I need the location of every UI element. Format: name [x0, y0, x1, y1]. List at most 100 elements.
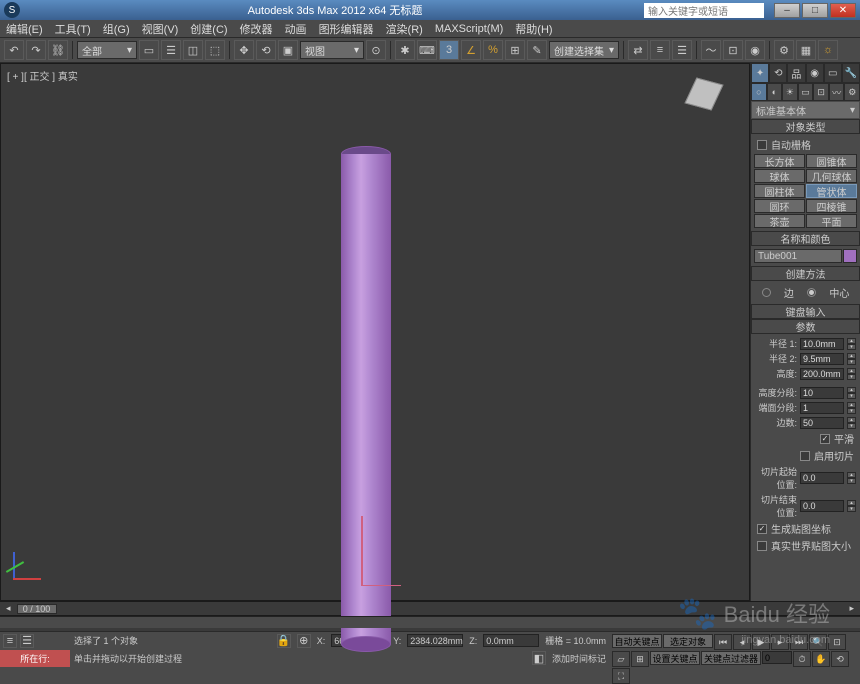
- height-input[interactable]: 200.0mm: [800, 368, 844, 380]
- maximize-button[interactable]: □: [802, 3, 828, 18]
- slice-from-spinner[interactable]: ▴▾: [847, 472, 856, 484]
- menu-create[interactable]: 创建(C): [190, 21, 227, 37]
- menu-modifiers[interactable]: 修改器: [240, 21, 273, 37]
- nav-zoomext-icon[interactable]: ⊞: [631, 651, 649, 667]
- select-name-icon[interactable]: ☰: [161, 40, 181, 60]
- prev-frame-icon[interactable]: ◂: [733, 634, 751, 650]
- menu-tools[interactable]: 工具(T): [55, 21, 91, 37]
- pivot-icon[interactable]: ⊙: [366, 40, 386, 60]
- btn-tube[interactable]: 管状体: [806, 184, 857, 198]
- sub-cameras[interactable]: ▭: [798, 83, 814, 101]
- refcoord-dropdown[interactable]: 视图▾: [300, 41, 364, 59]
- nav-orbit-icon[interactable]: ⟲: [831, 651, 849, 667]
- btn-pyramid[interactable]: 四棱锥: [806, 199, 857, 213]
- category-dropdown[interactable]: 标准基本体▾: [752, 102, 859, 118]
- spinner-snap-icon[interactable]: ⊞: [505, 40, 525, 60]
- object-name-input[interactable]: Tube001: [754, 249, 842, 263]
- gen-uv-checkbox[interactable]: [757, 524, 767, 534]
- selected-button[interactable]: 选定对象: [663, 634, 713, 648]
- radio-edge[interactable]: [762, 288, 771, 297]
- smooth-checkbox[interactable]: [820, 434, 830, 444]
- cap-segs-input[interactable]: 1: [800, 402, 844, 414]
- curve-editor-icon[interactable]: 〜: [701, 40, 721, 60]
- sides-input[interactable]: 50: [800, 417, 844, 429]
- radio-center[interactable]: [807, 288, 816, 297]
- coord-z[interactable]: 0.0mm: [483, 634, 539, 647]
- slice-from-input[interactable]: 0.0: [800, 472, 844, 484]
- height-segs-input[interactable]: 10: [800, 387, 844, 399]
- tab-hierarchy[interactable]: 品: [787, 63, 805, 83]
- btn-cylinder[interactable]: 圆柱体: [754, 184, 805, 198]
- btn-geosphere[interactable]: 几何球体: [806, 169, 857, 183]
- schematic-icon[interactable]: ⊡: [723, 40, 743, 60]
- add-time-tag[interactable]: 添加时间标记: [552, 652, 606, 665]
- rollout-keyboard-entry[interactable]: 键盘输入: [751, 304, 860, 319]
- setkey-button[interactable]: 设置关键点: [650, 651, 700, 665]
- btn-torus[interactable]: 圆环: [754, 199, 805, 213]
- scale-icon[interactable]: ▣: [278, 40, 298, 60]
- autokey-button[interactable]: 自动关键点: [612, 634, 662, 648]
- nav-maximize-icon[interactable]: ⛶: [612, 668, 630, 684]
- undo-icon[interactable]: ↶: [4, 40, 24, 60]
- tab-utilities[interactable]: 🔧: [842, 63, 860, 83]
- edit-named-icon[interactable]: ✎: [527, 40, 547, 60]
- btn-box[interactable]: 长方体: [754, 154, 805, 168]
- object-color-swatch[interactable]: [843, 249, 857, 263]
- sub-helpers[interactable]: ⊡: [813, 83, 829, 101]
- search-input[interactable]: 输入关键字或短语: [644, 3, 764, 18]
- cap-segs-spinner[interactable]: ▴▾: [847, 402, 856, 414]
- menu-grapheditors[interactable]: 图形编辑器: [319, 21, 374, 37]
- close-button[interactable]: ✕: [830, 3, 856, 18]
- menu-view[interactable]: 视图(V): [142, 21, 179, 37]
- real-uv-checkbox[interactable]: [757, 541, 767, 551]
- sub-systems[interactable]: ⚙: [844, 83, 860, 101]
- rollout-parameters[interactable]: 参数: [751, 319, 860, 334]
- keyboard-icon[interactable]: ⌨: [417, 40, 437, 60]
- btn-cone[interactable]: 圆锥体: [806, 154, 857, 168]
- selection-filter-dropdown[interactable]: 全部▾: [77, 41, 137, 59]
- menu-help[interactable]: 帮助(H): [515, 21, 552, 37]
- trackbar[interactable]: [0, 615, 860, 631]
- rollout-creation-method[interactable]: 创建方法: [751, 266, 860, 281]
- menu-animation[interactable]: 动画: [285, 21, 307, 37]
- tube-object[interactable]: [341, 146, 391, 651]
- viewport-label[interactable]: [ + ][ 正交 ] 真实: [7, 68, 78, 83]
- btn-plane[interactable]: 平面: [806, 214, 857, 228]
- radius1-input[interactable]: 10.0mm: [800, 338, 844, 350]
- autogrid-checkbox[interactable]: [757, 140, 767, 150]
- slice-to-spinner[interactable]: ▴▾: [847, 500, 856, 512]
- rollout-object-type[interactable]: 对象类型: [751, 119, 860, 134]
- align-icon[interactable]: ≡: [650, 40, 670, 60]
- goto-end-icon[interactable]: ⏭: [790, 634, 808, 650]
- tab-display[interactable]: ▭: [824, 63, 842, 83]
- rollout-name-color[interactable]: 名称和颜色: [751, 231, 860, 246]
- next-frame-icon[interactable]: ▸: [771, 634, 789, 650]
- redo-icon[interactable]: ↷: [26, 40, 46, 60]
- coord-y[interactable]: 2384.028mm: [407, 634, 463, 647]
- window-crossing-icon[interactable]: ⬚: [205, 40, 225, 60]
- height-spinner[interactable]: ▴▾: [847, 368, 856, 380]
- nav-zoomall-icon[interactable]: ⊡: [828, 634, 846, 650]
- current-frame[interactable]: 0: [762, 651, 792, 664]
- nav-pan-icon[interactable]: ✋: [812, 651, 830, 667]
- height-segs-spinner[interactable]: ▴▾: [847, 387, 856, 399]
- time-tag-icon[interactable]: ◧: [532, 651, 546, 665]
- angle-snap-icon[interactable]: ∠: [461, 40, 481, 60]
- keyfilter-button[interactable]: 关键点过滤器: [701, 651, 761, 665]
- link-icon[interactable]: ⛓: [48, 40, 68, 60]
- snap-toggle-icon[interactable]: 3: [439, 40, 459, 60]
- lock-icon[interactable]: 🔒: [277, 634, 291, 648]
- minimize-button[interactable]: –: [774, 3, 800, 18]
- radius2-input[interactable]: 9.5mm: [800, 353, 844, 365]
- nav-zoom-icon[interactable]: 🔍: [809, 634, 827, 650]
- goto-start-icon[interactable]: ⏮: [714, 634, 732, 650]
- sub-lights[interactable]: ☀: [782, 83, 798, 101]
- manipulate-icon[interactable]: ✱: [395, 40, 415, 60]
- time-config-icon[interactable]: ⏱: [793, 651, 811, 667]
- abs-rel-icon[interactable]: ⊕: [297, 634, 311, 648]
- mirror-icon[interactable]: ⇄: [628, 40, 648, 60]
- menu-maxscript[interactable]: MAXScript(M): [435, 23, 503, 35]
- layers-icon[interactable]: ☰: [672, 40, 692, 60]
- material-editor-icon[interactable]: ◉: [745, 40, 765, 60]
- tab-create[interactable]: ✦: [751, 63, 769, 83]
